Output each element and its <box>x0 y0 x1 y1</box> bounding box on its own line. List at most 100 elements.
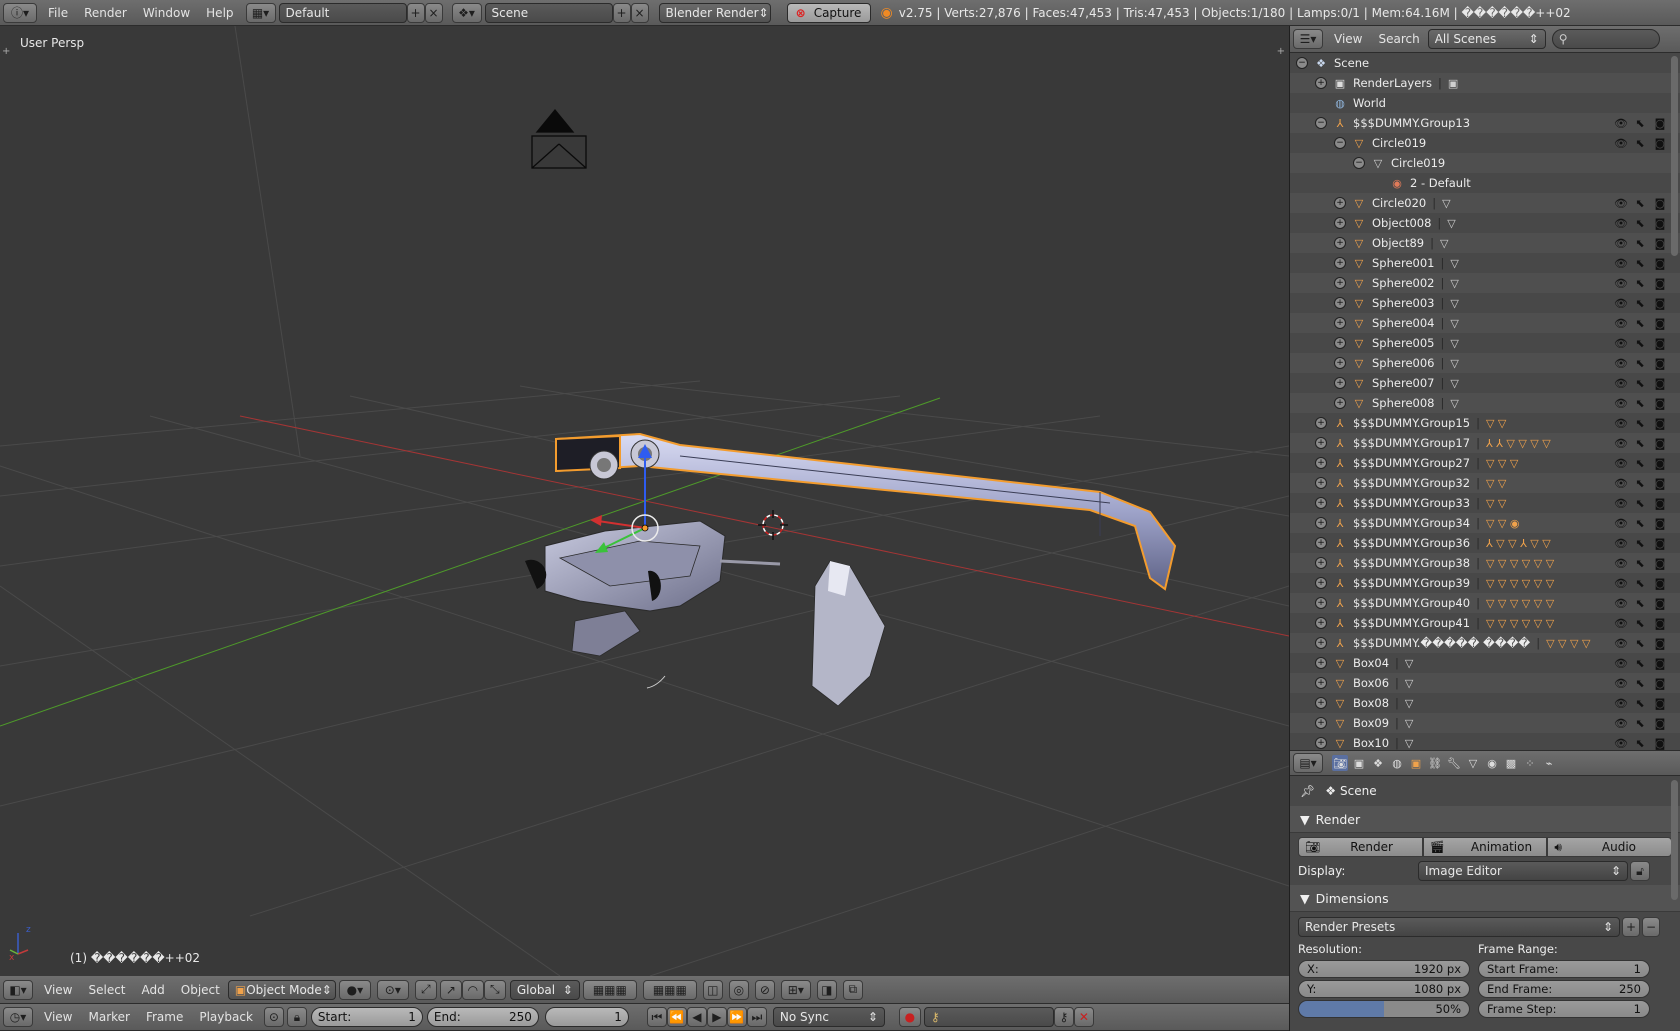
scene-field[interactable]: Scene <box>484 2 613 23</box>
menu-view[interactable]: View <box>36 983 80 997</box>
expand-icon[interactable]: + <box>1315 657 1327 669</box>
add-layout-icon[interactable]: + <box>406 2 425 23</box>
outliner-row[interactable]: + ⅄ $$$DUMMY.����� ���� | ▽ ▽ ▽ ▽ 👁︎ ⬉ ◙ <box>1290 633 1680 653</box>
outliner-row[interactable]: + ⅄ $$$DUMMY.Group40 | ▽ ▽ ▽ ▽ ▽ ▽ 👁︎ ⬉ ◙ <box>1290 593 1680 613</box>
menu-file[interactable]: File <box>40 6 76 20</box>
renderable-camera-icon[interactable]: ◙ <box>1654 217 1666 230</box>
opengl-anim-icon[interactable]: ⧉ <box>842 979 863 1000</box>
renderable-camera-icon[interactable]: ◙ <box>1654 477 1666 490</box>
visibility-eye-icon[interactable]: 👁︎ <box>1614 517 1628 530</box>
delete-layout-icon[interactable]: × <box>424 2 443 23</box>
lock-interface-icon[interactable]: 🔓︎ <box>1630 861 1650 881</box>
selectable-cursor-icon[interactable]: ⬉ <box>1634 657 1646 670</box>
visibility-eye-icon[interactable]: 👁︎ <box>1614 397 1628 410</box>
outliner-item-name[interactable]: $$$DUMMY.Group13 <box>1353 116 1470 130</box>
renderable-camera-icon[interactable]: ◙ <box>1654 697 1666 710</box>
resolution-y-field[interactable]: Y: 1080 px <box>1298 980 1470 998</box>
outliner-menu-view[interactable]: View <box>1326 32 1370 46</box>
scale-manipulator-icon[interactable]: ⤡ <box>483 979 506 1000</box>
object-context-icon[interactable]: ▣ <box>1408 755 1424 771</box>
viewport-shading-icon[interactable]: ●▾ <box>338 979 371 1000</box>
editor-type-3dview-icon[interactable]: ◧▾ <box>3 979 33 1000</box>
outliner-row[interactable]: + ⅄ $$$DUMMY.Group33 | ▽ ▽ 👁︎ ⬉ ◙ <box>1290 493 1680 513</box>
render-panel-header[interactable]: ▼ Render <box>1290 806 1680 833</box>
visibility-eye-icon[interactable]: 👁︎ <box>1614 237 1628 250</box>
renderable-camera-icon[interactable]: ◙ <box>1654 597 1666 610</box>
selectable-cursor-icon[interactable]: ⬉ <box>1634 457 1646 470</box>
child-data-icons[interactable]: ▽ <box>1450 297 1458 310</box>
child-data-icons[interactable]: ▽ <box>1450 337 1458 350</box>
outliner-row[interactable]: + ▽ Box10 | ▽ 👁︎ ⬉ ◙ <box>1290 733 1680 750</box>
outliner-row[interactable]: + ⅄ $$$DUMMY.Group41 | ▽ ▽ ▽ ▽ ▽ ▽ 👁︎ ⬉ ◙ <box>1290 613 1680 633</box>
jump-keyframe-back-icon[interactable]: ⏪ <box>666 1007 687 1027</box>
selectable-cursor-icon[interactable]: ⬉ <box>1634 197 1646 210</box>
child-data-icons[interactable]: ▽ <box>1405 677 1413 690</box>
outliner-row[interactable]: + ▽ Sphere007 | ▽ 👁︎ ⬉ ◙ <box>1290 373 1680 393</box>
outliner-item-name[interactable]: Box04 <box>1353 656 1389 670</box>
selectable-cursor-icon[interactable]: ⬉ <box>1634 577 1646 590</box>
expand-icon[interactable]: + <box>1315 457 1327 469</box>
expand-icon[interactable]: + <box>1334 217 1346 229</box>
selectable-cursor-icon[interactable]: ⬉ <box>1634 257 1646 270</box>
renderable-camera-icon[interactable]: ◙ <box>1654 657 1666 670</box>
renderable-camera-icon[interactable]: ◙ <box>1654 117 1666 130</box>
lock-time-icon[interactable]: 🔒︎ <box>286 1007 307 1027</box>
child-data-icons[interactable]: ▽ ▽ ▽ <box>1486 457 1518 470</box>
child-data-icons[interactable]: ▽ <box>1447 217 1455 230</box>
expand-icon[interactable]: + <box>1315 437 1327 449</box>
frame-step-field[interactable]: Frame Step: 1 <box>1478 1000 1650 1018</box>
constraints-context-icon[interactable]: ⛓ <box>1427 755 1443 771</box>
selectable-cursor-icon[interactable]: ⬉ <box>1634 617 1646 630</box>
visibility-eye-icon[interactable]: 👁︎ <box>1614 557 1628 570</box>
sync-mode-select[interactable]: No Sync ⇕ <box>772 1007 885 1027</box>
physics-context-icon[interactable]: ⌁ <box>1541 755 1557 771</box>
expand-icon[interactable]: + <box>1334 197 1346 209</box>
child-data-icons[interactable]: ▽ <box>1450 317 1458 330</box>
child-data-icons[interactable]: ▽ ▽ ▽ ▽ ▽ ▽ <box>1486 557 1554 570</box>
outliner-item-name[interactable]: Box06 <box>1353 676 1389 690</box>
dimensions-panel-header[interactable]: ▼ Dimensions <box>1290 885 1680 912</box>
selectable-cursor-icon[interactable]: ⬉ <box>1634 717 1646 730</box>
renderable-camera-icon[interactable]: ◙ <box>1654 357 1666 370</box>
expand-icon[interactable]: + <box>1334 337 1346 349</box>
renderable-camera-icon[interactable]: ◙ <box>1654 717 1666 730</box>
visibility-eye-icon[interactable]: 👁︎ <box>1614 377 1628 390</box>
add-scene-icon[interactable]: + <box>612 2 631 23</box>
outliner-item-name[interactable]: Circle020 <box>1372 196 1426 210</box>
outliner-row[interactable]: + ▽ Box09 | ▽ 👁︎ ⬉ ◙ <box>1290 713 1680 733</box>
opengl-render-icon[interactable]: ◨ <box>816 979 837 1000</box>
selectable-cursor-icon[interactable]: ⬉ <box>1634 357 1646 370</box>
outliner-row[interactable]: + ⅄ $$$DUMMY.Group34 | ▽ ▽ ◉ 👁︎ ⬉ ◙ <box>1290 513 1680 533</box>
render-context-icon[interactable]: 📷︎ <box>1332 755 1348 771</box>
visibility-eye-icon[interactable]: 👁︎ <box>1614 677 1628 690</box>
menu-object[interactable]: Object <box>173 983 228 997</box>
outliner-row[interactable]: + ⅄ $$$DUMMY.Group38 | ▽ ▽ ▽ ▽ ▽ ▽ 👁︎ ⬉ ◙ <box>1290 553 1680 573</box>
visibility-eye-icon[interactable]: 👁︎ <box>1614 717 1628 730</box>
selectable-cursor-icon[interactable]: ⬉ <box>1634 557 1646 570</box>
child-data-icons[interactable]: ▽ <box>1405 697 1413 710</box>
render-image-button[interactable]: 📷︎ Render <box>1298 837 1423 857</box>
outliner-item-name[interactable]: $$$DUMMY.Group38 <box>1353 556 1470 570</box>
visibility-eye-icon[interactable]: 👁︎ <box>1614 257 1628 270</box>
selectable-cursor-icon[interactable]: ⬉ <box>1634 417 1646 430</box>
collapse-icon[interactable]: − <box>1296 57 1308 69</box>
visibility-eye-icon[interactable]: 👁︎ <box>1614 737 1628 750</box>
visibility-eye-icon[interactable]: 👁︎ <box>1614 217 1628 230</box>
outliner-item-name[interactable]: $$$DUMMY.Group34 <box>1353 516 1470 530</box>
outliner-menu-search[interactable]: Search <box>1370 32 1427 46</box>
editor-type-info-icon[interactable]: ⓘ▾ <box>3 2 37 23</box>
selectable-cursor-icon[interactable]: ⬉ <box>1634 637 1646 650</box>
child-data-icons[interactable]: ▽ ▽ ▽ ▽ <box>1546 637 1590 650</box>
renderable-camera-icon[interactable]: ◙ <box>1654 337 1666 350</box>
outliner-row[interactable]: + ▽ Object89 | ▽ 👁︎ ⬉ ◙ <box>1290 233 1680 253</box>
expand-icon[interactable]: + <box>1315 517 1327 529</box>
outliner-row[interactable]: + ▽ Sphere005 | ▽ 👁︎ ⬉ ◙ <box>1290 333 1680 353</box>
outliner-item-name[interactable]: Box08 <box>1353 696 1389 710</box>
layer-buttons-a[interactable]: ▦▦▦ <box>582 979 637 1000</box>
data-context-icon[interactable]: ▽ <box>1465 755 1481 771</box>
keying-set-field[interactable]: ⚷ <box>923 1007 1054 1027</box>
outliner-item-name[interactable]: Object008 <box>1372 216 1431 230</box>
outliner-row[interactable]: + ⅄ $$$DUMMY.Group17 | ⅄ ⅄ ▽ ▽ ▽ ▽ 👁︎ ⬉ ◙ <box>1290 433 1680 453</box>
child-data-icons[interactable]: ⅄ ▽ ▽ ⅄ ▽ ▽ <box>1486 537 1551 550</box>
visibility-eye-icon[interactable]: 👁︎ <box>1614 317 1628 330</box>
